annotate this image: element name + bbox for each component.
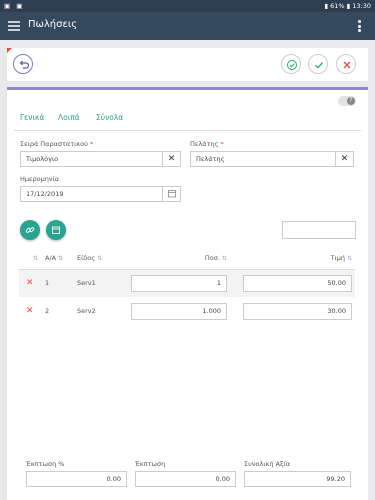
row-aa: 2	[45, 307, 50, 315]
qty-input[interactable]: 1	[131, 274, 227, 292]
help-toggle[interactable]: ?	[338, 96, 356, 106]
discount-label: Έκπτωση	[135, 460, 166, 468]
document-card: ? Γενικά Λοιπά Σύνολα Σειρά Παραστατικού…	[7, 87, 368, 500]
header-qty[interactable]: Ποσ. ⇅	[117, 248, 235, 270]
link-icon	[25, 227, 35, 233]
customer-clear-icon[interactable]: ✕	[335, 152, 353, 166]
price-input[interactable]: 30.00	[243, 302, 352, 320]
date-value: 17/12/2019	[26, 190, 64, 198]
tab-totals[interactable]: Σύνολα	[96, 113, 123, 122]
cancel-button[interactable]	[336, 54, 356, 74]
status-right: ▮ 61% ▮ 13:30	[324, 2, 371, 10]
discount-pct-value: 0.00	[106, 475, 121, 483]
lines-table: ⇅ Α/Α ⇅ Είδος ⇅ Ποσ. ⇅ Τιμή ⇅ ✕ 1 Serv1 1 50…	[19, 248, 355, 325]
table-header-row: ⇅ Α/Α ⇅ Είδος ⇅ Ποσ. ⇅ Τιμή ⇅	[19, 248, 355, 270]
table-search-input[interactable]	[282, 221, 356, 239]
row-item: Serv1	[77, 269, 117, 297]
date-label: Ημερομηνία	[20, 175, 60, 183]
undo-icon	[19, 60, 30, 69]
delete-row-icon[interactable]: ✕	[19, 306, 34, 316]
app-bar: Πωλήσεις	[0, 12, 375, 40]
status-bar: ▣ ▣ ▮ 61% ▮ 13:30	[0, 0, 375, 12]
close-icon	[343, 61, 351, 69]
save-button[interactable]	[308, 54, 328, 74]
tab-divider	[14, 130, 361, 131]
discount-value: 0.00	[215, 475, 230, 483]
calendar-icon[interactable]	[162, 187, 180, 201]
header-aa[interactable]: Α/Α ⇅	[45, 248, 77, 270]
tab-general[interactable]: Γενικά	[20, 113, 44, 122]
series-clear-icon[interactable]: ✕	[162, 152, 180, 166]
customer-field[interactable]: Πελάτης ✕	[190, 151, 354, 167]
series-label: Σειρά Παραστατικού *	[20, 140, 94, 148]
calendar-button[interactable]	[46, 220, 66, 240]
check-icon	[315, 62, 324, 69]
row-item: Serv2	[77, 307, 96, 315]
validate-button[interactable]	[281, 54, 301, 74]
qty-input[interactable]: 1.000	[131, 302, 227, 320]
date-field[interactable]: 17/12/2019	[20, 186, 181, 202]
table-row: ✕ 2 Serv2 1.000 30.00	[19, 297, 355, 325]
row-aa: 1	[45, 269, 77, 297]
discount-pct-field[interactable]: 0.00	[26, 471, 127, 487]
price-input[interactable]: 50.00	[243, 274, 352, 292]
more-options-icon[interactable]	[358, 20, 361, 34]
table-row: ✕ 1 Serv1 1 50.00	[19, 269, 355, 297]
tab-other[interactable]: Λοιπά	[58, 113, 80, 122]
discount-pct-label: Έκπτωση %	[26, 460, 65, 468]
action-toolbar	[7, 48, 368, 81]
series-field[interactable]: Τιμολόγιο ✕	[20, 151, 181, 167]
header-sort-all[interactable]: ⇅	[19, 248, 45, 270]
series-value: Τιμολόγιο	[26, 155, 59, 163]
header-item[interactable]: Είδος ⇅	[77, 248, 117, 270]
customer-label: Πελάτης *	[190, 140, 224, 148]
discount-field[interactable]: 0.00	[135, 471, 236, 487]
check-circle-icon	[287, 60, 297, 70]
menu-icon[interactable]	[8, 21, 20, 31]
customer-value: Πελάτης	[196, 155, 225, 163]
status-left-icons: ▣ ▣	[4, 2, 25, 10]
total-field: 99.20	[244, 471, 351, 487]
link-button[interactable]	[20, 220, 40, 240]
total-value: 99.20	[326, 475, 345, 483]
header-price[interactable]: Τιμή ⇅	[235, 248, 355, 270]
calendar-icon	[52, 226, 60, 234]
back-button[interactable]	[13, 54, 33, 74]
corner-marker	[7, 48, 12, 53]
total-label: Συνολική Αξία	[244, 460, 291, 468]
delete-row-icon[interactable]: ✕	[19, 278, 34, 288]
help-icon: ?	[347, 97, 355, 105]
page-title: Πωλήσεις	[28, 19, 78, 30]
